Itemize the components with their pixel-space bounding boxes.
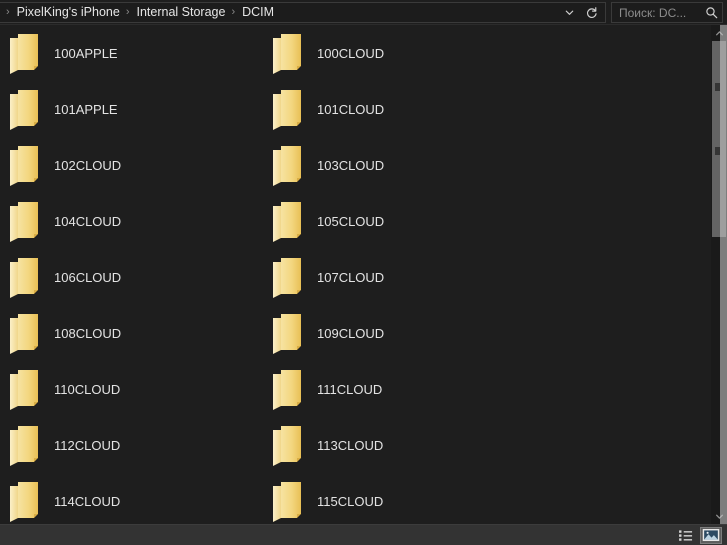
breadcrumb-item-dcim[interactable]: DCIM [240, 5, 276, 20]
folder-icon [271, 368, 307, 412]
scroll-up-button[interactable] [711, 25, 727, 41]
folder-label: 103CLOUD [317, 157, 385, 173]
folder-label: 106CLOUD [54, 269, 122, 285]
vertical-scrollbar[interactable] [711, 25, 727, 524]
folder-item[interactable]: 103CLOUD [263, 137, 526, 193]
folder-row: 114CLOUD 115CLOUD [0, 473, 711, 524]
folder-row: 110CLOUD 111CLOUD [0, 361, 711, 417]
status-bar [0, 524, 727, 545]
folder-grid: 100APPLE 100CLOUD 101APPLE 101CLOUD 102CLOUD… [0, 25, 711, 524]
scrollbar-track[interactable] [711, 41, 727, 508]
folder-label: 104CLOUD [54, 213, 122, 229]
folder-item[interactable]: 111CLOUD [263, 361, 526, 417]
address-toolbar: › PixelKing's iPhone › Internal Storage … [0, 0, 727, 25]
folder-icon [271, 144, 307, 188]
folder-icon [8, 256, 44, 300]
folder-row: 108CLOUD 109CLOUD [0, 305, 711, 361]
folder-row: 112CLOUD 113CLOUD [0, 417, 711, 473]
folder-icon [271, 32, 307, 76]
search-input[interactable] [619, 5, 705, 20]
address-bar[interactable]: › PixelKing's iPhone › Internal Storage … [0, 2, 606, 23]
folder-label: 101CLOUD [317, 101, 385, 117]
breadcrumb-separator-0: › [6, 6, 10, 18]
breadcrumb-item-storage[interactable]: Internal Storage [135, 5, 228, 20]
breadcrumb-separator-2: › [231, 6, 236, 18]
folder-item[interactable]: 101APPLE [0, 81, 263, 137]
folder-label: 102CLOUD [54, 157, 122, 173]
scrollbar-thumb[interactable] [712, 41, 726, 237]
folder-label: 111CLOUD [317, 381, 383, 397]
folder-item[interactable]: 102CLOUD [0, 137, 263, 193]
folder-label: 100CLOUD [317, 45, 385, 61]
folder-item[interactable]: 110CLOUD [0, 361, 263, 417]
tiles-view-icon[interactable] [700, 526, 722, 544]
folder-icon [271, 424, 307, 468]
folder-item[interactable]: 100APPLE [0, 25, 263, 81]
folder-item[interactable]: 106CLOUD [0, 249, 263, 305]
folder-label: 101APPLE [54, 101, 118, 117]
folder-item[interactable]: 109CLOUD [263, 305, 526, 361]
folder-row: 104CLOUD 105CLOUD [0, 193, 711, 249]
folder-icon [8, 200, 44, 244]
folder-label: 112CLOUD [54, 437, 121, 453]
address-bar-tools [559, 3, 605, 22]
folder-item[interactable]: 100CLOUD [263, 25, 526, 81]
file-browser-window: › PixelKing's iPhone › Internal Storage … [0, 0, 727, 545]
folder-label: 105CLOUD [317, 213, 385, 229]
folder-item[interactable]: 114CLOUD [0, 473, 263, 524]
folder-icon [271, 480, 307, 524]
folder-item[interactable]: 112CLOUD [0, 417, 263, 473]
folder-icon [8, 32, 44, 76]
folder-item[interactable]: 113CLOUD [263, 417, 526, 473]
folder-grid-viewport[interactable]: 100APPLE 100CLOUD 101APPLE 101CLOUD 102CLOUD… [0, 25, 711, 524]
folder-row: 100APPLE 100CLOUD [0, 25, 711, 81]
folder-icon [271, 256, 307, 300]
folder-icon [8, 368, 44, 412]
refresh-icon[interactable] [581, 3, 601, 22]
search-box[interactable] [611, 2, 723, 23]
folder-item[interactable]: 115CLOUD [263, 473, 526, 524]
breadcrumb-item-device[interactable]: PixelKing's iPhone [15, 5, 122, 20]
folder-label: 100APPLE [54, 45, 118, 61]
folder-icon [8, 144, 44, 188]
folder-item[interactable]: 107CLOUD [263, 249, 526, 305]
folder-label: 110CLOUD [54, 381, 121, 397]
folder-item[interactable]: 105CLOUD [263, 193, 526, 249]
folder-icon [8, 88, 44, 132]
search-icon [705, 6, 718, 19]
folder-item[interactable]: 101CLOUD [263, 81, 526, 137]
list-view-icon[interactable] [675, 527, 697, 544]
folder-item[interactable]: 104CLOUD [0, 193, 263, 249]
folder-label: 115CLOUD [317, 493, 384, 509]
content-area: 100APPLE 100CLOUD 101APPLE 101CLOUD 102CLOUD… [0, 25, 727, 524]
folder-label: 113CLOUD [317, 437, 384, 453]
folder-row: 106CLOUD 107CLOUD [0, 249, 711, 305]
folder-icon [271, 312, 307, 356]
folder-icon [8, 424, 44, 468]
folder-label: 107CLOUD [317, 269, 385, 285]
folder-icon [271, 200, 307, 244]
folder-icon [271, 88, 307, 132]
folder-label: 108CLOUD [54, 325, 122, 341]
folder-row: 102CLOUD 103CLOUD [0, 137, 711, 193]
folder-label: 114CLOUD [54, 493, 121, 509]
folder-icon [8, 480, 44, 524]
breadcrumb-separator-1: › [125, 6, 130, 18]
chevron-down-icon[interactable] [559, 3, 579, 22]
folder-label: 109CLOUD [317, 325, 385, 341]
scroll-down-button[interactable] [711, 508, 727, 524]
folder-icon [8, 312, 44, 356]
folder-item[interactable]: 108CLOUD [0, 305, 263, 361]
folder-row: 101APPLE 101CLOUD [0, 81, 711, 137]
